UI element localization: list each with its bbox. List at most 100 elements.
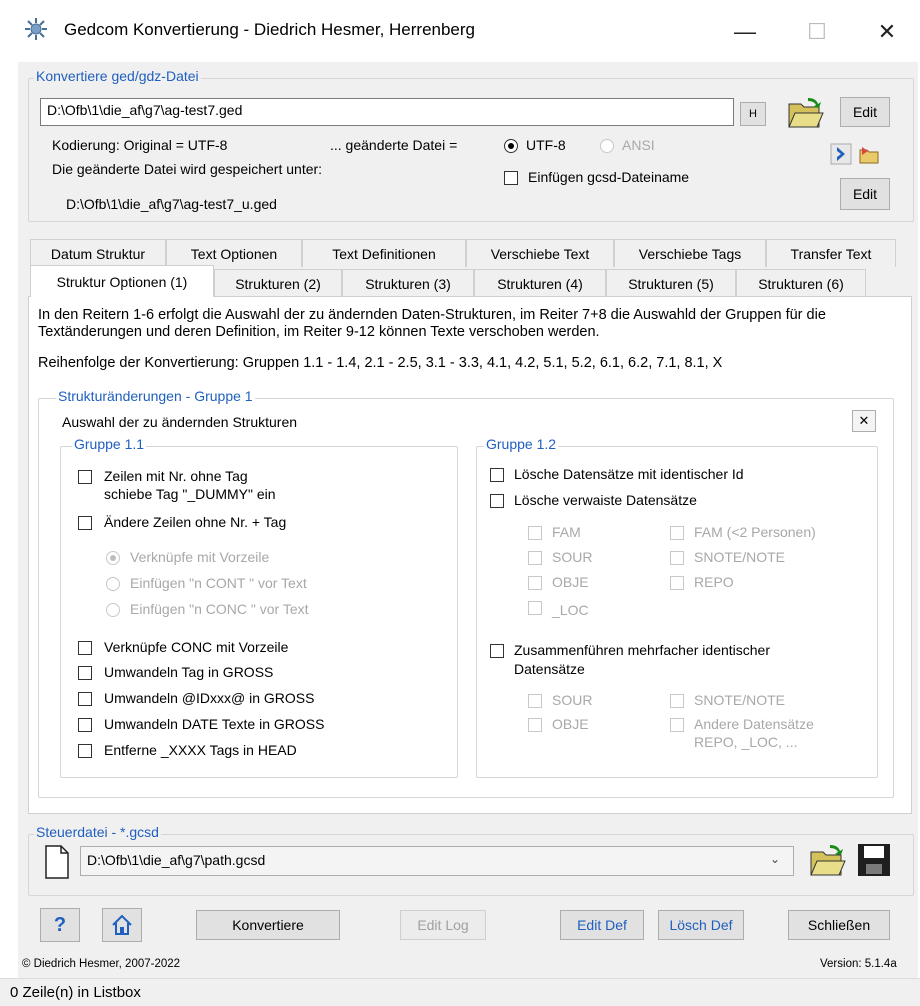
control-file-select[interactable]: D:\Ofb\1\die_af\g7\path.gcsd bbox=[80, 846, 794, 876]
home-button[interactable] bbox=[102, 908, 142, 942]
orphan-fam-label: FAM bbox=[552, 524, 581, 540]
ansi-label: ANSI bbox=[622, 137, 655, 153]
help-button[interactable]: ? bbox=[40, 908, 80, 942]
chevron-down-icon[interactable]: ⌄ bbox=[770, 852, 780, 866]
tab-strukturen-5[interactable]: Strukturen (5) bbox=[606, 269, 736, 297]
arrow-right-icon[interactable] bbox=[830, 143, 852, 165]
delete-orphan-checkbox[interactable] bbox=[490, 494, 504, 508]
group11-title: Gruppe 1.1 bbox=[72, 436, 147, 452]
delete-identical-label: Lösche Datensätze mit identischer Id bbox=[514, 466, 744, 482]
tab-verschiebe-tags[interactable]: Verschiebe Tags bbox=[614, 239, 766, 267]
close-dialog-button[interactable]: Schließen bbox=[788, 910, 890, 940]
app-icon bbox=[25, 18, 47, 40]
edit-log-button[interactable]: Edit Log bbox=[400, 910, 486, 940]
dummy-tag-checkbox[interactable] bbox=[78, 470, 92, 484]
home-icon bbox=[112, 914, 132, 935]
tab-struktur-optionen[interactable]: Struktur Optionen (1) bbox=[30, 265, 214, 297]
maximize-button[interactable]: ☐ bbox=[794, 12, 840, 52]
merge-other-checkbox[interactable] bbox=[670, 718, 684, 732]
orphan-snote-checkbox[interactable] bbox=[670, 551, 684, 565]
orphan-repo-checkbox[interactable] bbox=[670, 576, 684, 590]
panel-description: In den Reitern 1-6 erfolgt die Auswahl d… bbox=[38, 307, 826, 340]
orphan-sour-label: SOUR bbox=[552, 549, 593, 565]
clear-selection-button[interactable]: ✕ bbox=[852, 410, 876, 432]
remove-tags-label: Entferne _XXXX Tags in HEAD bbox=[104, 742, 297, 758]
utf8-radio[interactable] bbox=[504, 139, 518, 153]
title-bar: Gedcom Konvertierung - Diedrich Hesmer, … bbox=[0, 0, 920, 62]
edit-file-button[interactable]: Edit bbox=[840, 97, 890, 127]
orphan-loc-checkbox[interactable] bbox=[528, 601, 542, 615]
orphan-obje-checkbox[interactable] bbox=[528, 576, 542, 590]
merge-checkbox[interactable] bbox=[490, 644, 504, 658]
struct-group-title: Strukturänderungen - Gruppe 1 bbox=[56, 388, 255, 404]
tab-strukturen-2[interactable]: Strukturen (2) bbox=[214, 269, 342, 297]
insert-conc-label: Einfügen "n CONC " vor Text bbox=[130, 601, 309, 617]
delete-identical-checkbox[interactable] bbox=[490, 468, 504, 482]
tab-text-definitionen[interactable]: Text Definitionen bbox=[302, 239, 466, 267]
merge-sour-checkbox[interactable] bbox=[528, 694, 542, 708]
date-upper-label: Umwandeln DATE Texte in GROSS bbox=[104, 716, 325, 732]
control-group-title: Steuerdatei - *.gcsd bbox=[34, 824, 161, 840]
save-icon[interactable] bbox=[856, 842, 892, 878]
changed-file-label: ... geänderte Datei = bbox=[330, 137, 458, 153]
insert-cont-radio[interactable] bbox=[106, 577, 120, 591]
date-upper-checkbox[interactable] bbox=[78, 718, 92, 732]
minimize-button[interactable]: — bbox=[722, 12, 768, 52]
orphan-fam-checkbox[interactable] bbox=[528, 526, 542, 540]
remove-tags-checkbox[interactable] bbox=[78, 744, 92, 758]
group12-title: Gruppe 1.2 bbox=[484, 436, 559, 452]
tab-strukturen-4[interactable]: Strukturen (4) bbox=[474, 269, 606, 297]
h-button[interactable]: H bbox=[740, 102, 766, 126]
tab-text-optionen[interactable]: Text Optionen bbox=[166, 239, 302, 267]
tag-upper-label: Umwandeln Tag in GROSS bbox=[104, 664, 274, 680]
delete-orphan-label: Lösche verwaiste Datensätze bbox=[514, 492, 697, 508]
copyright-label: © Diedrich Hesmer, 2007-2022 bbox=[22, 958, 181, 970]
edit-output-button[interactable]: Edit bbox=[840, 178, 890, 210]
open-control-file-icon[interactable] bbox=[808, 842, 848, 878]
output-path: D:\Ofb\1\die_af\g7\ag-test7_u.ged bbox=[66, 196, 277, 212]
orphan-fam2-checkbox[interactable] bbox=[670, 526, 684, 540]
conversion-order: Reihenfolge der Konvertierung: Gruppen 1… bbox=[38, 355, 723, 371]
tab-strukturen-6[interactable]: Strukturen (6) bbox=[736, 269, 866, 297]
convert-group-title: Konvertiere ged/gdz-Datei bbox=[34, 68, 201, 84]
ansi-radio[interactable] bbox=[600, 139, 614, 153]
merge-snote-checkbox[interactable] bbox=[670, 694, 684, 708]
merge-obje-checkbox[interactable] bbox=[528, 718, 542, 732]
insert-cont-label: Einfügen "n CONT " vor Text bbox=[130, 575, 307, 591]
edit-def-button[interactable]: Edit Def bbox=[560, 910, 644, 940]
link-conc-label: Verknüpfe CONC mit Vorzeile bbox=[104, 639, 289, 655]
merge-sour-label: SOUR bbox=[552, 692, 593, 708]
new-file-icon[interactable] bbox=[44, 844, 70, 880]
tab-transfer-text[interactable]: Transfer Text bbox=[766, 239, 896, 267]
change-lines-checkbox[interactable] bbox=[78, 516, 92, 530]
dummy-tag-label-2: schiebe Tag "_DUMMY" ein bbox=[104, 486, 276, 502]
link-prev-label: Verknüpfe mit Vorzeile bbox=[130, 549, 270, 565]
orphan-snote-label: SNOTE/NOTE bbox=[694, 549, 786, 565]
id-upper-label: Umwandeln @IDxxx@ in GROSS bbox=[104, 690, 315, 706]
merge-obje-label: OBJE bbox=[552, 716, 589, 732]
merge-label-1: Zusammenführen mehrfacher identischer bbox=[514, 642, 771, 658]
link-prev-radio[interactable] bbox=[106, 551, 120, 565]
close-button[interactable]: ✕ bbox=[864, 12, 910, 52]
tab-verschiebe-text[interactable]: Verschiebe Text bbox=[466, 239, 614, 267]
merge-snote-label: SNOTE/NOTE bbox=[694, 692, 786, 708]
tag-upper-checkbox[interactable] bbox=[78, 666, 92, 680]
insert-gcsd-checkbox[interactable] bbox=[504, 171, 518, 185]
open-folder-icon[interactable] bbox=[786, 96, 826, 130]
delete-def-button[interactable]: Lösch Def bbox=[658, 910, 744, 940]
gedcom-file-input[interactable]: D:\Ofb\1\die_af\g7\ag-test7.ged bbox=[40, 98, 734, 126]
encoding-label: Kodierung: Original = UTF-8 bbox=[52, 137, 228, 153]
dummy-tag-label-1: Zeilen mit Nr. ohne Tag bbox=[104, 468, 248, 484]
insert-conc-radio[interactable] bbox=[106, 603, 120, 617]
insert-gcsd-label: Einfügen gcsd-Dateiname bbox=[528, 169, 690, 185]
utf8-label: UTF-8 bbox=[526, 137, 566, 153]
convert-button[interactable]: Konvertiere bbox=[196, 910, 340, 940]
id-upper-checkbox[interactable] bbox=[78, 692, 92, 706]
link-conc-checkbox[interactable] bbox=[78, 641, 92, 655]
tab-strukturen-3[interactable]: Strukturen (3) bbox=[342, 269, 474, 297]
orphan-sour-checkbox[interactable] bbox=[528, 551, 542, 565]
window-title: Gedcom Konvertierung - Diedrich Hesmer, … bbox=[64, 20, 476, 39]
merge-label-2: Datensätze bbox=[514, 661, 585, 677]
tab-datum-struktur[interactable]: Datum Struktur bbox=[30, 239, 166, 267]
folder-arrow-icon[interactable] bbox=[858, 143, 880, 165]
